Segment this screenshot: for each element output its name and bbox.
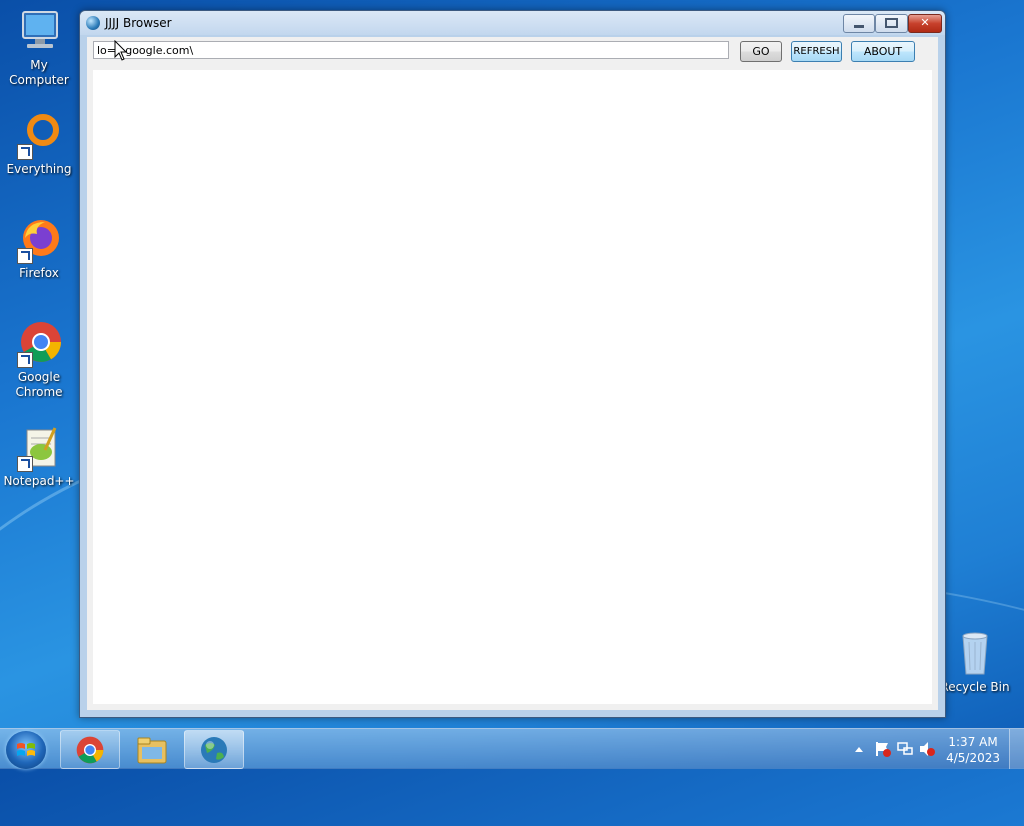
shortcut-arrow-icon bbox=[17, 248, 33, 264]
taskbar-jjjj-browser-button[interactable] bbox=[184, 730, 244, 769]
computer-icon bbox=[15, 8, 63, 56]
web-content-area[interactable] bbox=[93, 70, 932, 704]
desktop-icon-label: Google Chrome bbox=[15, 370, 63, 399]
clock[interactable]: 1:37 AM 4/5/2023 bbox=[946, 734, 1000, 766]
show-hidden-icons-icon[interactable] bbox=[854, 745, 864, 753]
title-bar[interactable]: JJJJ Browser ✕ bbox=[80, 11, 945, 35]
close-button[interactable]: ✕ bbox=[908, 14, 942, 33]
window-title: JJJJ Browser bbox=[105, 16, 172, 30]
maximize-button[interactable] bbox=[875, 14, 908, 33]
desktop-icon-label: Everything bbox=[6, 162, 72, 176]
shortcut-arrow-icon bbox=[17, 144, 33, 160]
desktop-icon-my-computer[interactable]: My Computer bbox=[0, 8, 78, 88]
desktop-icon-google-chrome[interactable]: Google Chrome bbox=[0, 320, 78, 400]
refresh-button[interactable]: REFRESH bbox=[791, 41, 842, 62]
taskbar-file-explorer-button[interactable] bbox=[122, 730, 182, 769]
clock-time: 1:37 AM bbox=[948, 735, 998, 749]
shortcut-arrow-icon bbox=[17, 352, 33, 368]
go-button[interactable]: GO bbox=[740, 41, 782, 62]
window-client-area: GO REFRESH ABOUT bbox=[87, 37, 938, 710]
desktop-icon-everything[interactable]: Everything bbox=[0, 112, 78, 177]
desktop-icon-label: Firefox bbox=[19, 266, 59, 280]
close-icon: ✕ bbox=[920, 16, 930, 29]
action-center-flag-icon[interactable] bbox=[874, 740, 892, 758]
chrome-icon bbox=[76, 736, 104, 764]
firefox-icon bbox=[15, 216, 63, 264]
chrome-icon bbox=[15, 320, 63, 368]
globe-icon bbox=[86, 16, 100, 30]
desktop-icon-recycle-bin[interactable]: Recycle Bin bbox=[936, 630, 1014, 695]
globe-icon bbox=[201, 737, 227, 763]
desktop-icon-label: Recycle Bin bbox=[940, 680, 1010, 694]
volume-muted-icon[interactable] bbox=[918, 740, 936, 758]
clock-date: 4/5/2023 bbox=[946, 751, 1000, 765]
url-input[interactable] bbox=[93, 41, 729, 59]
windows-logo-icon bbox=[17, 743, 35, 756]
shortcut-arrow-icon bbox=[17, 456, 33, 472]
everything-search-icon bbox=[15, 112, 63, 160]
system-tray: 1:37 AM 4/5/2023 bbox=[834, 729, 1024, 769]
start-button[interactable] bbox=[6, 731, 46, 769]
file-explorer-icon bbox=[137, 737, 167, 764]
notepad-plus-plus-icon bbox=[15, 424, 63, 472]
minimize-button[interactable] bbox=[843, 14, 875, 33]
taskbar: 1:37 AM 4/5/2023 bbox=[0, 728, 1024, 769]
about-button[interactable]: ABOUT bbox=[851, 41, 915, 62]
browser-window: JJJJ Browser ✕ GO REFRESH ABOUT bbox=[79, 10, 946, 718]
network-icon[interactable] bbox=[896, 740, 914, 758]
desktop-icon-label: My Computer bbox=[9, 58, 69, 87]
desktop-icon-firefox[interactable]: Firefox bbox=[0, 216, 78, 281]
recycle-bin-icon bbox=[951, 630, 999, 678]
desktop-icon-notepad-plus-plus[interactable]: Notepad++ bbox=[0, 424, 78, 489]
show-desktop-button[interactable] bbox=[1009, 729, 1024, 769]
taskbar-chrome-button[interactable] bbox=[60, 730, 120, 769]
desktop-icon-label: Notepad++ bbox=[3, 474, 75, 488]
